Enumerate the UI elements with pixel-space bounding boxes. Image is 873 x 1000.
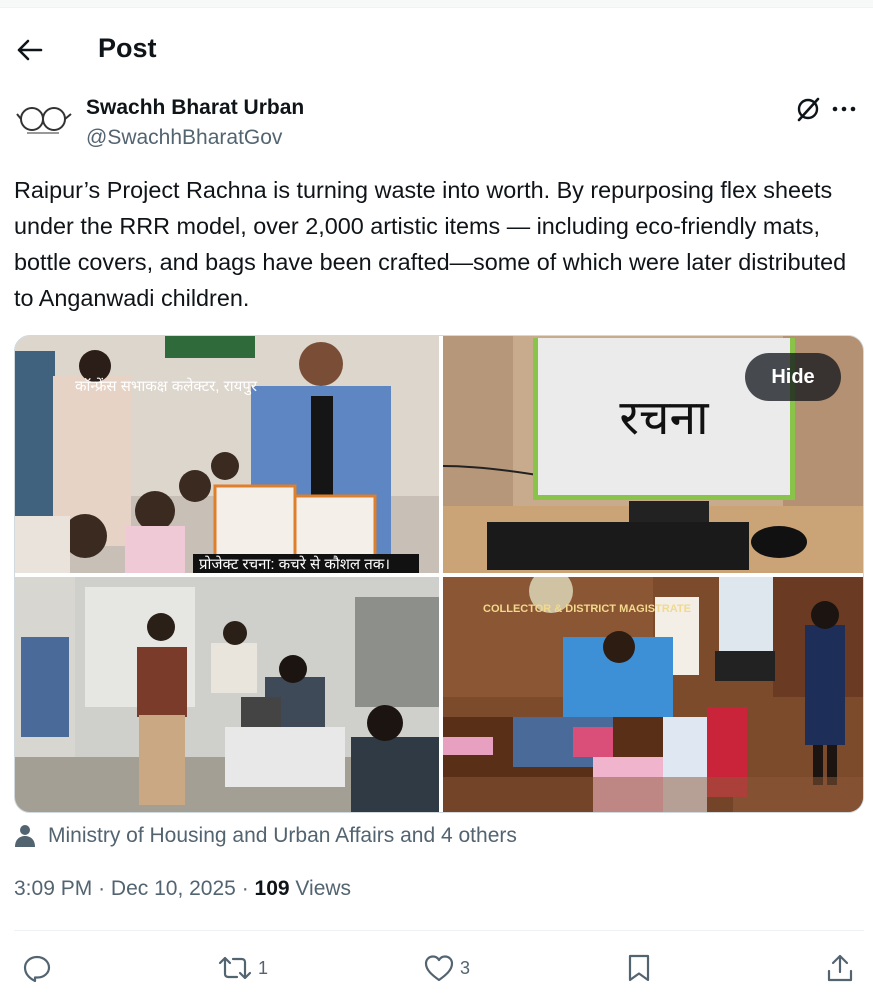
- post-date[interactable]: Dec 10, 2025: [111, 877, 236, 900]
- views-count: 109: [254, 877, 290, 900]
- photo-rachna-placard[interactable]: रचना Hide: [443, 336, 863, 573]
- post-time[interactable]: 3:09 PM: [14, 877, 92, 900]
- author-row: Swachh Bharat Urban @SwachhBharatGov: [14, 90, 859, 152]
- tagged-users[interactable]: Ministry of Housing and Urban Affairs an…: [14, 822, 517, 850]
- post-meta: 3:09 PM · Dec 10, 2025 · 109 Views: [14, 877, 351, 901]
- share-button[interactable]: [826, 950, 854, 986]
- share-icon: [827, 954, 853, 982]
- office-sign-text: COLLECTOR & DISTRICT MAGISTRATE: [483, 603, 691, 615]
- reply-icon: [23, 955, 51, 982]
- meta-separator: ·: [98, 877, 106, 900]
- like-count: 3: [460, 957, 471, 978]
- like-button[interactable]: 3: [424, 950, 470, 986]
- back-arrow-icon[interactable]: [14, 34, 46, 66]
- wall-sign-text: कॉन्फ्रेंस सभाकक्ष कलेक्टर, रायपुर: [75, 378, 257, 395]
- grok-icon[interactable]: [793, 94, 823, 124]
- bookmark-icon: [628, 954, 650, 982]
- photo-3-illustration: [15, 577, 439, 812]
- action-bar: 1 3: [14, 950, 864, 986]
- page-title: Post: [98, 33, 157, 63]
- top-edge: [0, 0, 873, 8]
- author-handle[interactable]: @SwachhBharatGov: [86, 126, 282, 150]
- avatar[interactable]: [14, 96, 74, 146]
- tweet-text: Raipur’s Project Rachna is turning waste…: [14, 177, 847, 311]
- hide-button[interactable]: Hide: [745, 353, 841, 401]
- media-grid: कॉन्फ्रेंस सभाकक्ष कलेक्टर, रायपुर प्रोज…: [14, 335, 864, 813]
- placard-text: रचना: [619, 390, 709, 446]
- more-options-icon[interactable]: [829, 94, 859, 124]
- repost-button[interactable]: 1: [218, 950, 268, 986]
- photo-conference-room[interactable]: कॉन्फ्रेंस सभाकक्ष कलेक्टर, रायपुर प्रोज…: [15, 336, 439, 573]
- meta-separator-2: ·: [241, 877, 249, 900]
- repost-count: 1: [258, 957, 269, 978]
- tagged-users-text: Ministry of Housing and Urban Affairs an…: [48, 824, 517, 847]
- repost-icon: [218, 956, 252, 980]
- video-caption: प्रोजेक्ट रचना: कचरे से कौशल तक।: [193, 554, 419, 573]
- person-icon: [15, 825, 35, 847]
- views-label: Views: [295, 877, 352, 900]
- photo-sewing-workshop[interactable]: [15, 577, 439, 812]
- post-header: Post: [0, 14, 873, 86]
- bookmark-button[interactable]: [626, 950, 652, 986]
- photo-collector-office[interactable]: COLLECTOR & DISTRICT MAGISTRATE: [443, 577, 863, 812]
- divider: [14, 930, 864, 931]
- heart-icon: [424, 955, 454, 982]
- reply-button[interactable]: [22, 950, 58, 986]
- photo-1-illustration: [15, 336, 439, 573]
- author-name[interactable]: Swachh Bharat Urban: [86, 96, 304, 120]
